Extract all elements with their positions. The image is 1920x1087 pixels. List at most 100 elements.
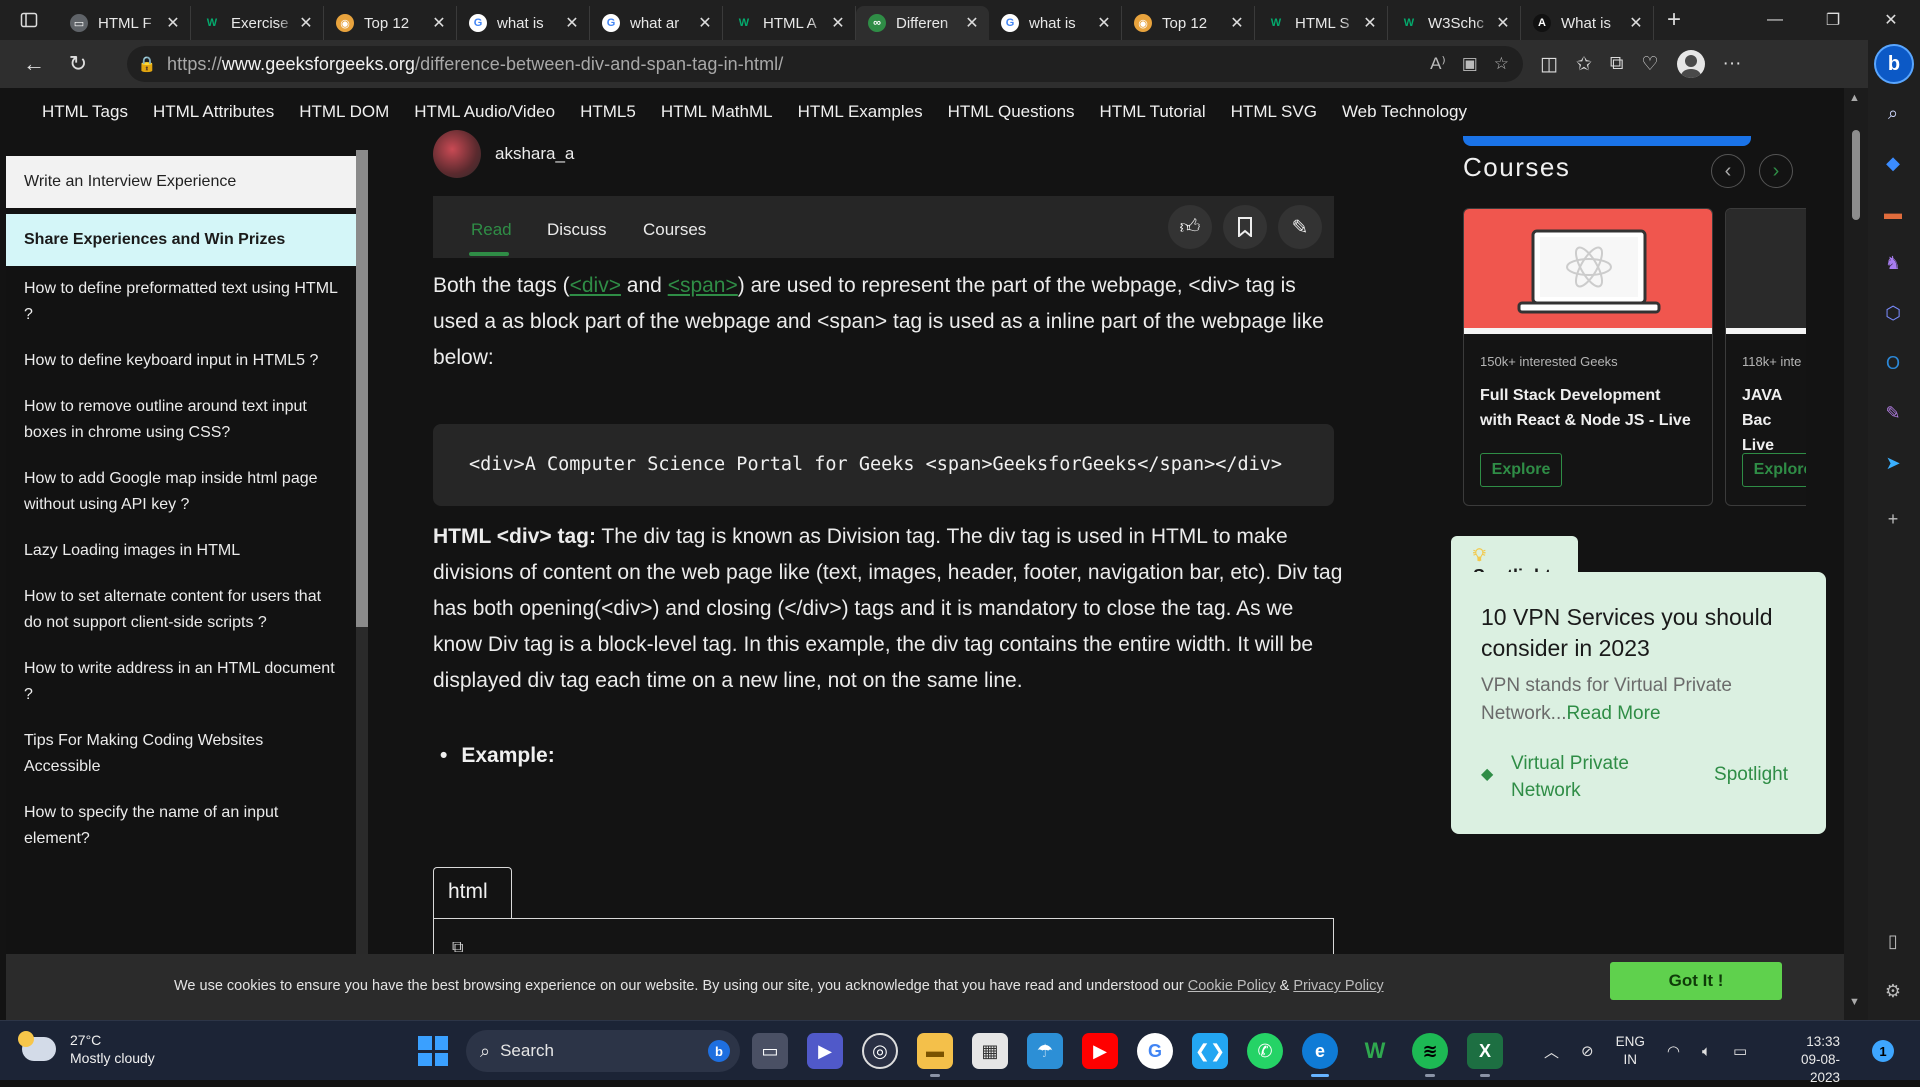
browser-essentials-icon[interactable]: ♡ <box>1641 53 1658 76</box>
browser-tab[interactable]: ▭ HTML F ✕ <box>58 6 191 40</box>
like-icon[interactable]: 👍︎ <box>1168 205 1212 249</box>
designer-icon[interactable]: ✎ <box>1880 400 1906 426</box>
sidebar-article-link[interactable]: How to define keyboard input in HTML5 ? <box>6 338 356 384</box>
profile-avatar[interactable] <box>1676 50 1705 78</box>
teams-chat-icon[interactable]: ▶ <box>807 1033 843 1069</box>
wifi-icon[interactable]: ◠ <box>1667 1042 1680 1060</box>
tab-read[interactable]: Read <box>471 220 512 240</box>
edit-icon[interactable]: ✎ <box>1278 205 1322 249</box>
shopping-icon[interactable]: ◆ <box>1880 150 1906 176</box>
course-card[interactable]: 118k+ inte JAVA Bac Live Explore <box>1725 208 1806 506</box>
read-more-link[interactable]: Read More <box>1567 703 1661 724</box>
youtube-icon[interactable]: ▶ <box>1082 1033 1118 1069</box>
close-tab-icon[interactable]: ✕ <box>1494 13 1512 33</box>
clock[interactable]: 13:33 09-08-2023 <box>1780 1033 1840 1087</box>
new-tab-button[interactable]: + <box>1654 3 1694 37</box>
author-avatar[interactable] <box>433 130 481 178</box>
share-experiences-button[interactable]: Share Experiences and Win Prizes <box>6 214 356 266</box>
site-nav-link[interactable]: HTML SVG <box>1231 102 1317 122</box>
search-icon[interactable]: ⌕ <box>1880 100 1906 126</box>
collections-icon[interactable]: ⧉ <box>1610 53 1624 75</box>
explore-button[interactable]: Explore <box>1480 453 1562 487</box>
explore-button[interactable]: Explore <box>1742 453 1806 487</box>
span-link[interactable]: <span> <box>668 274 738 297</box>
sidebar-article-link[interactable]: How to write address in an HTML document… <box>6 646 356 718</box>
hide-sidebar-icon[interactable]: ▯ <box>1880 928 1906 954</box>
edge-icon[interactable]: e <box>1302 1033 1338 1077</box>
bookmark-icon[interactable] <box>1223 205 1267 249</box>
excel-icon[interactable]: X <box>1467 1033 1503 1077</box>
spotlight-title[interactable]: 10 VPN Services you should consider in 2… <box>1481 602 1801 664</box>
site-nav-link[interactable]: HTML Examples <box>798 102 923 122</box>
scroll-up-icon[interactable]: ▲ <box>1849 92 1860 104</box>
browser-tab[interactable]: ∞ Differen ✕ <box>856 6 989 40</box>
vscode-icon[interactable]: ❮❯ <box>1192 1033 1228 1069</box>
div-link[interactable]: <div> <box>570 274 621 297</box>
tab-actions-icon[interactable] <box>0 0 58 40</box>
sidebar-article-link[interactable]: How to define preformatted text using HT… <box>6 266 356 338</box>
got-it-button[interactable]: Got It ! <box>1610 962 1782 1000</box>
microsoft-365-icon[interactable]: ⬡ <box>1880 300 1906 326</box>
page-scrollbar[interactable]: ▲ ▼ <box>1844 88 1868 1020</box>
course-name[interactable]: Full Stack Development with React & Node… <box>1464 369 1712 433</box>
whatsapp-icon[interactable]: ✆ <box>1247 1033 1283 1069</box>
close-tab-icon[interactable]: ✕ <box>963 13 981 33</box>
weather-app-icon[interactable]: ☂ <box>1027 1033 1063 1069</box>
sidebar-article-link[interactable]: Tips For Making Coding Websites Accessib… <box>6 718 356 790</box>
sidebar-article-link[interactable]: How to add Google map inside html page w… <box>6 456 356 528</box>
privacy-policy-link[interactable]: Privacy Policy <box>1293 978 1383 994</box>
sidebar-article-link[interactable]: Lazy Loading images in HTML <box>6 528 356 574</box>
carousel-next-icon[interactable]: › <box>1759 154 1793 188</box>
carousel-prev-icon[interactable]: ‹ <box>1711 154 1745 188</box>
spotlight-tag[interactable]: Virtual Private Network <box>1511 750 1651 804</box>
close-tab-icon[interactable]: ✕ <box>829 13 847 33</box>
tab-courses[interactable]: Courses <box>643 220 706 240</box>
start-button[interactable] <box>418 1036 448 1066</box>
browser-tab[interactable]: W HTML S ✕ <box>1255 6 1388 40</box>
file-explorer-icon[interactable]: ▬ <box>917 1033 953 1077</box>
restore-button[interactable]: ❐ <box>1804 0 1862 40</box>
notification-badge[interactable]: 1 <box>1872 1040 1894 1062</box>
site-nav-link[interactable]: HTML DOM <box>299 102 389 122</box>
url-input[interactable]: 🔒 https://www.geeksforgeeks.org/differen… <box>127 46 1523 82</box>
browser-tab[interactable]: ◉ Top 12 ✕ <box>324 6 457 40</box>
author-name[interactable]: akshara_a <box>495 144 574 164</box>
read-aloud-icon[interactable]: A⁾ <box>1430 54 1446 74</box>
close-tab-icon[interactable]: ✕ <box>1361 13 1379 33</box>
add-sidebar-app-icon[interactable]: + <box>1880 506 1906 532</box>
spotlight-card[interactable]: 10 VPN Services you should consider in 2… <box>1451 572 1826 834</box>
browser-tab[interactable]: Gwhat ar ✕ <box>590 6 723 40</box>
browser-tab[interactable]: Gwhat is ✕ <box>989 6 1122 40</box>
games-icon[interactable]: ♞ <box>1880 250 1906 276</box>
browser-tab[interactable]: ◉ Top 12 ✕ <box>1122 6 1255 40</box>
scroll-thumb[interactable] <box>1852 130 1860 220</box>
browser-tab[interactable]: A What is ✕ <box>1521 6 1654 40</box>
favorite-star-icon[interactable]: ☆ <box>1494 54 1509 74</box>
split-screen-icon[interactable]: ◫ <box>1540 53 1558 76</box>
lock-icon[interactable]: 🔒 <box>127 55 167 73</box>
browser-tab[interactable]: W HTML A ✕ <box>723 6 856 40</box>
site-nav-link[interactable]: HTML Tags <box>42 102 128 122</box>
close-tab-icon[interactable]: ✕ <box>696 13 714 33</box>
sidebar-settings-icon[interactable]: ⚙ <box>1880 978 1906 1004</box>
refresh-button[interactable]: ↻ <box>56 42 100 86</box>
scroll-down-icon[interactable]: ▼ <box>1849 996 1860 1008</box>
spotify-icon[interactable]: ≋ <box>1412 1033 1448 1077</box>
close-tab-icon[interactable]: ✕ <box>1627 13 1645 33</box>
close-tab-icon[interactable]: ✕ <box>297 13 315 33</box>
settings-more-icon[interactable]: ··· <box>1723 53 1742 75</box>
task-view-icon[interactable]: ▭ <box>752 1033 788 1069</box>
sidebar-article-link[interactable]: How to specify the name of an input elem… <box>6 790 356 862</box>
sidebar-article-link[interactable]: How to set alternate content for users t… <box>6 574 356 646</box>
write-interview-button[interactable]: Write an Interview Experience <box>6 156 356 208</box>
sidebar-scrollbar[interactable] <box>356 150 368 954</box>
close-tab-icon[interactable]: ✕ <box>1095 13 1113 33</box>
tools-icon[interactable]: ▬ <box>1880 200 1906 226</box>
site-nav-link[interactable]: HTML MathML <box>661 102 773 122</box>
close-tab-icon[interactable]: ✕ <box>430 13 448 33</box>
telegram-icon[interactable]: ➤ <box>1880 450 1906 476</box>
code-language-tab[interactable]: html <box>433 867 512 919</box>
google-icon[interactable]: G <box>1137 1033 1173 1069</box>
close-tab-icon[interactable]: ✕ <box>1228 13 1246 33</box>
site-nav-link[interactable]: Web Technology <box>1342 102 1467 122</box>
